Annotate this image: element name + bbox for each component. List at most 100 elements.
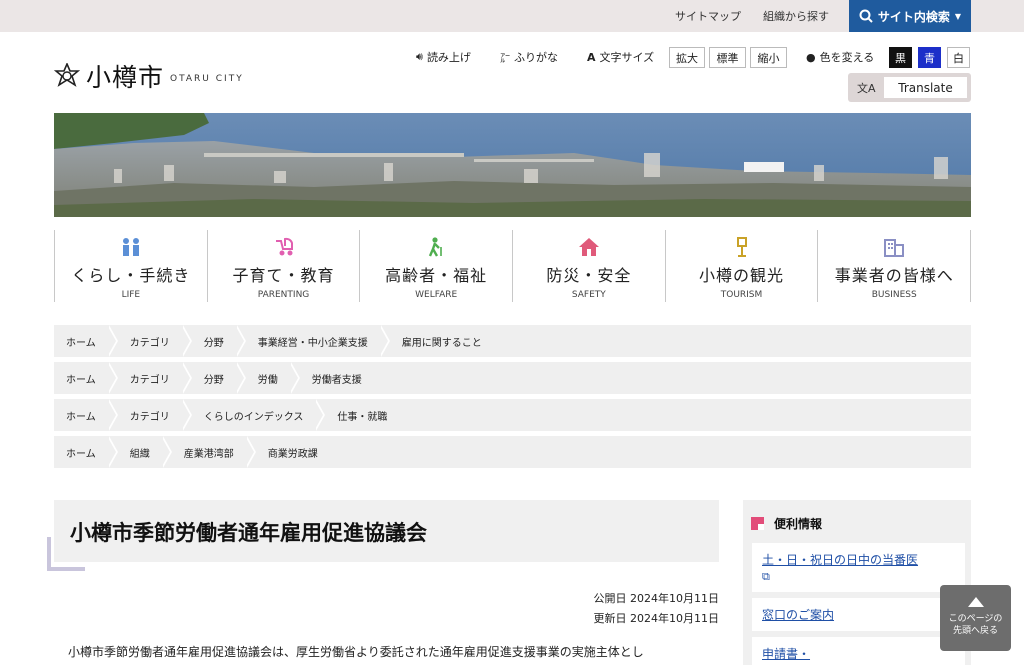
stroller-icon [273, 236, 295, 258]
read-aloud-label: 読み上げ [426, 51, 471, 64]
global-navigation: くらし・手続き LIFE 子育て・教育 PARENTING 高齢者・福祉 WEL… [54, 230, 972, 302]
change-color-label: ● 色を変える [806, 50, 875, 65]
nav-label: 子育て・教育 [232, 266, 335, 285]
logo-name: 小樽市 [86, 63, 165, 92]
sitemap-link[interactable]: サイトマップ [675, 8, 741, 24]
nav-label: くらし・手続き [71, 266, 191, 285]
back-to-top-label-1: このページの [948, 614, 1003, 624]
site-search-button[interactable]: サイト内検索 ▼ [849, 0, 971, 32]
furigana-label: ふりがな [514, 51, 558, 64]
speaker-icon: 🔊︎ [416, 50, 423, 63]
translate-icon: 文A [857, 82, 876, 95]
arrow-up-icon [967, 597, 984, 607]
breadcrumb-item[interactable]: ホーム [54, 325, 118, 357]
updated-date: 更新日 2024年10月11日 [593, 612, 720, 625]
lead-paragraph: 小樽市季節労働者通年雇用促進協議会は、厚生労働省より委託された通年雇用促進支援事… [68, 645, 644, 659]
page-title-box: 小樽市季節労働者通年雇用促進協議会 [54, 500, 719, 562]
breadcrumb-item[interactable]: ホーム [54, 362, 118, 394]
breadcrumb: ホーム 組織 産業港湾部 商業労政課 [54, 436, 971, 468]
breadcrumb-item[interactable]: 組織 [118, 436, 172, 468]
building-icon [883, 236, 905, 258]
page-title: 小樽市季節労働者通年雇用促進協議会 [70, 521, 427, 545]
sidebar-link-holiday-doctor[interactable]: 土・日・祝日の日中の当番医 [762, 553, 918, 567]
caret-down-icon: ▼ [954, 11, 962, 21]
breadcrumb-group: ホーム カテゴリ 分野 事業経営・中小企業支援 雇用に関すること ホーム カテゴ… [54, 325, 971, 473]
furigana-icon: ㌃ [500, 53, 510, 65]
lamp-icon [731, 236, 753, 258]
font-size-label: A 文字サイズ [587, 50, 655, 65]
shrink-button[interactable]: 縮小 [750, 47, 787, 68]
nav-label: 防災・安全 [546, 266, 632, 285]
back-to-top-label-2: 先頭へ戻る [952, 626, 998, 636]
breadcrumb: ホーム カテゴリ くらしのインデックス 仕事・就職 [54, 399, 971, 431]
nav-sub: TOURISM [720, 290, 763, 300]
read-aloud-button[interactable]: 🔊︎ 読み上げ [416, 49, 471, 65]
nav-sub: PARENTING [257, 290, 310, 300]
sidebar-link-applications[interactable]: 申請書・ [762, 647, 810, 661]
people-icon [120, 236, 142, 258]
sidebar-heading: 便利情報 [751, 515, 822, 532]
breadcrumb-item[interactable]: 分野 [192, 325, 246, 357]
walking-cane-icon [425, 236, 447, 258]
nav-item-business[interactable]: 事業者の皆様へ BUSINESS [817, 230, 972, 302]
breadcrumb: ホーム カテゴリ 分野 労働 労働者支援 [54, 362, 971, 394]
breadcrumb-item[interactable]: 労働 [246, 362, 300, 394]
color-black-button[interactable]: 黒 [889, 47, 912, 68]
nav-item-parenting[interactable]: 子育て・教育 PARENTING [206, 230, 360, 302]
nav-label: 高齢者・福祉 [385, 266, 488, 285]
furigana-button[interactable]: ㌃ ふりがな [500, 49, 558, 65]
list-item: 土・日・祝日の日中の当番医 ⧉ [752, 543, 965, 592]
list-item: 窓口のご案内 [752, 598, 965, 631]
hero-city-photo [54, 113, 971, 217]
nav-item-life[interactable]: くらし・手続き LIFE [54, 230, 207, 302]
search-icon [859, 9, 873, 23]
logo-subtitle: OTARU CITY [170, 74, 244, 84]
breadcrumb-item[interactable]: カテゴリ [118, 399, 192, 431]
breadcrumb-item[interactable]: ホーム [54, 399, 118, 431]
translate-button[interactable]: Translate [884, 77, 967, 98]
nav-item-safety[interactable]: 防災・安全 SAFETY [512, 230, 665, 302]
site-search-label: サイト内検索 [877, 9, 950, 24]
breadcrumb: ホーム カテゴリ 分野 事業経営・中小企業支援 雇用に関すること [54, 325, 971, 357]
nav-sub: WELFARE [415, 290, 458, 300]
color-white-button[interactable]: 白 [947, 47, 970, 68]
nav-item-tourism[interactable]: 小樽の観光 TOURISM [664, 230, 818, 302]
translate-widget: 文A Translate [848, 73, 971, 102]
site-logo[interactable]: 小樽市 OTARU CITY [54, 58, 244, 94]
palette-icon: ● [806, 50, 816, 64]
breadcrumb-item[interactable]: カテゴリ [118, 362, 192, 394]
breadcrumb-item[interactable]: ホーム [54, 436, 118, 468]
font-size-icon: A [587, 50, 596, 64]
enlarge-button[interactable]: 拡大 [669, 47, 705, 68]
nav-sub: SAFETY [571, 290, 606, 300]
page-dates: 公開日 2024年10月11日 更新日 2024年10月11日 [420, 589, 720, 629]
breadcrumb-item[interactable]: 事業経営・中小企業支援 [246, 325, 390, 357]
breadcrumb-item[interactable]: カテゴリ [118, 325, 192, 357]
title-decoration [47, 537, 85, 571]
nav-item-welfare[interactable]: 高齢者・福祉 WELFARE [359, 230, 512, 302]
square-marker-icon [751, 517, 764, 530]
city-harbor-image [54, 113, 971, 217]
sidebar-useful-info: 便利情報 土・日・祝日の日中の当番医 ⧉ 窓口のご案内 申請書・ [743, 500, 971, 665]
breadcrumb-item[interactable]: 産業港湾部 [172, 436, 256, 468]
nav-sub: LIFE [121, 290, 141, 300]
breadcrumb-item[interactable]: 仕事・就職 [325, 399, 409, 431]
breadcrumb-item[interactable]: 雇用に関すること [390, 325, 504, 357]
sidebar-link-counter-guide[interactable]: 窓口のご案内 [762, 608, 834, 622]
city-emblem-icon [54, 63, 80, 87]
house-icon [578, 236, 600, 258]
nav-label: 事業者の皆様へ [834, 266, 954, 285]
breadcrumb-item[interactable]: 分野 [192, 362, 246, 394]
published-date: 公開日 2024年10月11日 [593, 592, 720, 605]
color-blue-button[interactable]: 青 [918, 47, 941, 68]
sidebar-list: 土・日・祝日の日中の当番医 ⧉ 窓口のご案内 申請書・ [752, 543, 965, 665]
back-to-top-button[interactable]: このページの 先頭へ戻る [940, 585, 1011, 651]
search-by-org-link[interactable]: 組織から探す [763, 8, 829, 24]
external-window-icon: ⧉ [762, 570, 770, 583]
breadcrumb-item[interactable]: 労働者支援 [300, 362, 384, 394]
breadcrumb-item[interactable]: くらしのインデックス [192, 399, 326, 431]
standard-size-button[interactable]: 標準 [709, 47, 746, 68]
nav-sub: BUSINESS [871, 290, 917, 300]
nav-label: 小樽の観光 [699, 266, 785, 285]
breadcrumb-item[interactable]: 商業労政課 [256, 436, 340, 468]
